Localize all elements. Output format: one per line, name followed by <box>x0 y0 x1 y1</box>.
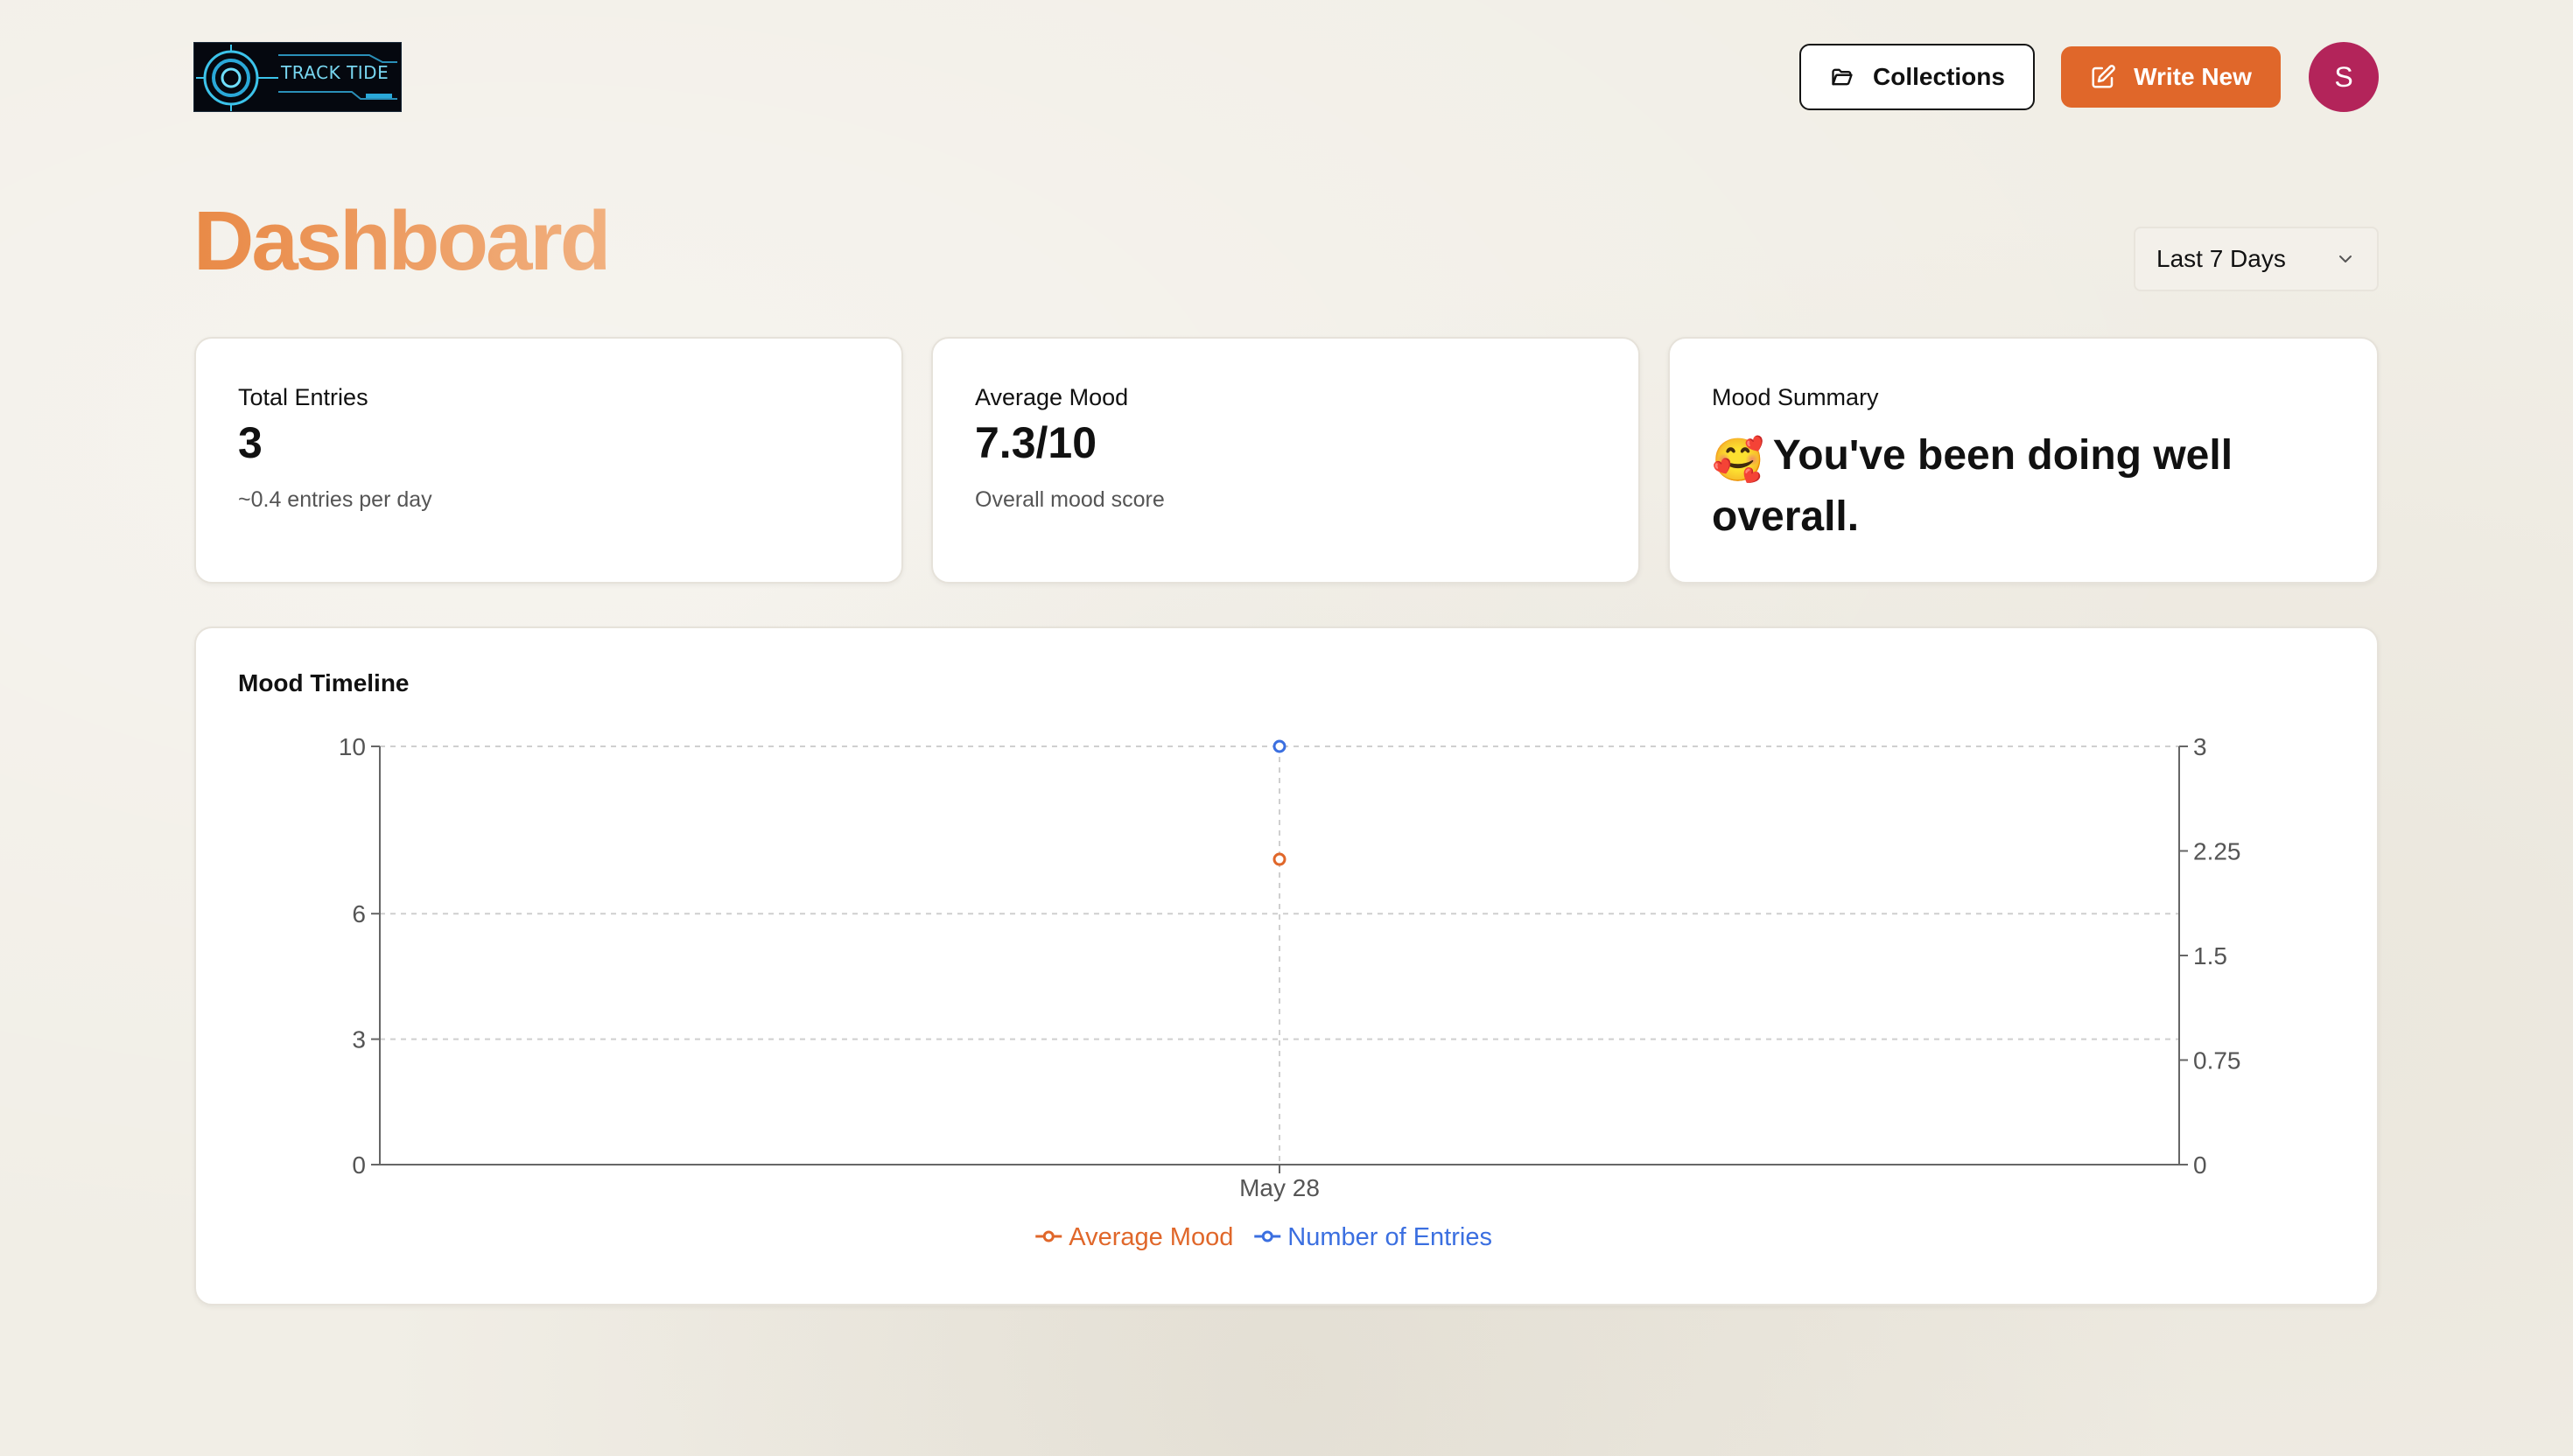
date-range-value: Last 7 Days <box>2156 245 2286 272</box>
right-tick-label: 3 <box>2193 733 2207 760</box>
date-range-select[interactable]: Last 7 Days <box>2134 227 2379 291</box>
right-tick-label: 2.25 <box>2193 838 2241 865</box>
write-new-button[interactable]: Write New <box>2061 46 2281 108</box>
right-tick-label: 1.5 <box>2193 942 2227 970</box>
total-entries-card: Total Entries 3 ~0.4 entries per day <box>194 337 903 584</box>
entries-per-day: ~0.4 entries per day <box>238 487 432 512</box>
left-tick-label: 3 <box>352 1026 366 1054</box>
smiling-face-hearts-icon: 🥰 <box>1712 438 1764 484</box>
x-tick-label: May 28 <box>1239 1174 1320 1201</box>
card-title: Total Entries <box>238 384 368 410</box>
folder-open-icon <box>1832 68 1853 86</box>
left-tick-label: 0 <box>352 1152 366 1179</box>
mood-timeline-card: Mood Timeline 0 3 6 10 0 0.75 1.5 2.25 3 May 28 Av… <box>194 626 2379 1306</box>
data-point <box>1272 739 1286 753</box>
mood-timeline-chart: 0 3 6 10 0 0.75 1.5 2.25 3 May 28Average Mood Numb… <box>339 733 2241 1251</box>
total-entries-value: 3 <box>238 418 263 467</box>
left-tick-label: 10 <box>339 733 366 760</box>
mood-score-caption: Overall mood score <box>975 487 1165 512</box>
legend-swatch-dot <box>1042 1230 1055 1242</box>
collections-button[interactable]: Collections <box>1799 44 2035 110</box>
card-title: Average Mood <box>975 384 1129 410</box>
avatar[interactable]: S <box>2309 42 2379 112</box>
logo-text: TRACK TIDE <box>281 62 389 83</box>
write-new-label: Write New <box>2134 63 2252 90</box>
average-mood-card: Average Mood 7.3/10 Overall mood score <box>931 337 1640 584</box>
logo[interactable]: TRACK TIDE <box>193 42 402 112</box>
mood-summary-message: You've been doing well overall. <box>1712 432 2233 540</box>
edit-icon <box>2092 65 2115 88</box>
page-title: Dashboard <box>193 194 611 288</box>
right-tick-label: 0.75 <box>2193 1047 2241 1074</box>
data-point <box>1272 852 1286 866</box>
legend-label: Average Mood <box>1069 1223 1233 1251</box>
card-title: Mood Summary <box>1712 384 1879 410</box>
chevron-down-icon <box>2339 256 2352 262</box>
left-tick-label: 6 <box>352 900 366 928</box>
collections-label: Collections <box>1873 63 2005 90</box>
legend-label: Number of Entries <box>1287 1223 1492 1251</box>
right-tick-label: 0 <box>2193 1152 2207 1179</box>
average-mood-value: 7.3/10 <box>975 418 1097 467</box>
mood-summary-card: Mood Summary 🥰 You've been doing well ove… <box>1668 337 2379 584</box>
mood-summary-text: 🥰 You've been doing well overall. <box>1712 428 2324 545</box>
legend-swatch-dot <box>1261 1230 1273 1242</box>
